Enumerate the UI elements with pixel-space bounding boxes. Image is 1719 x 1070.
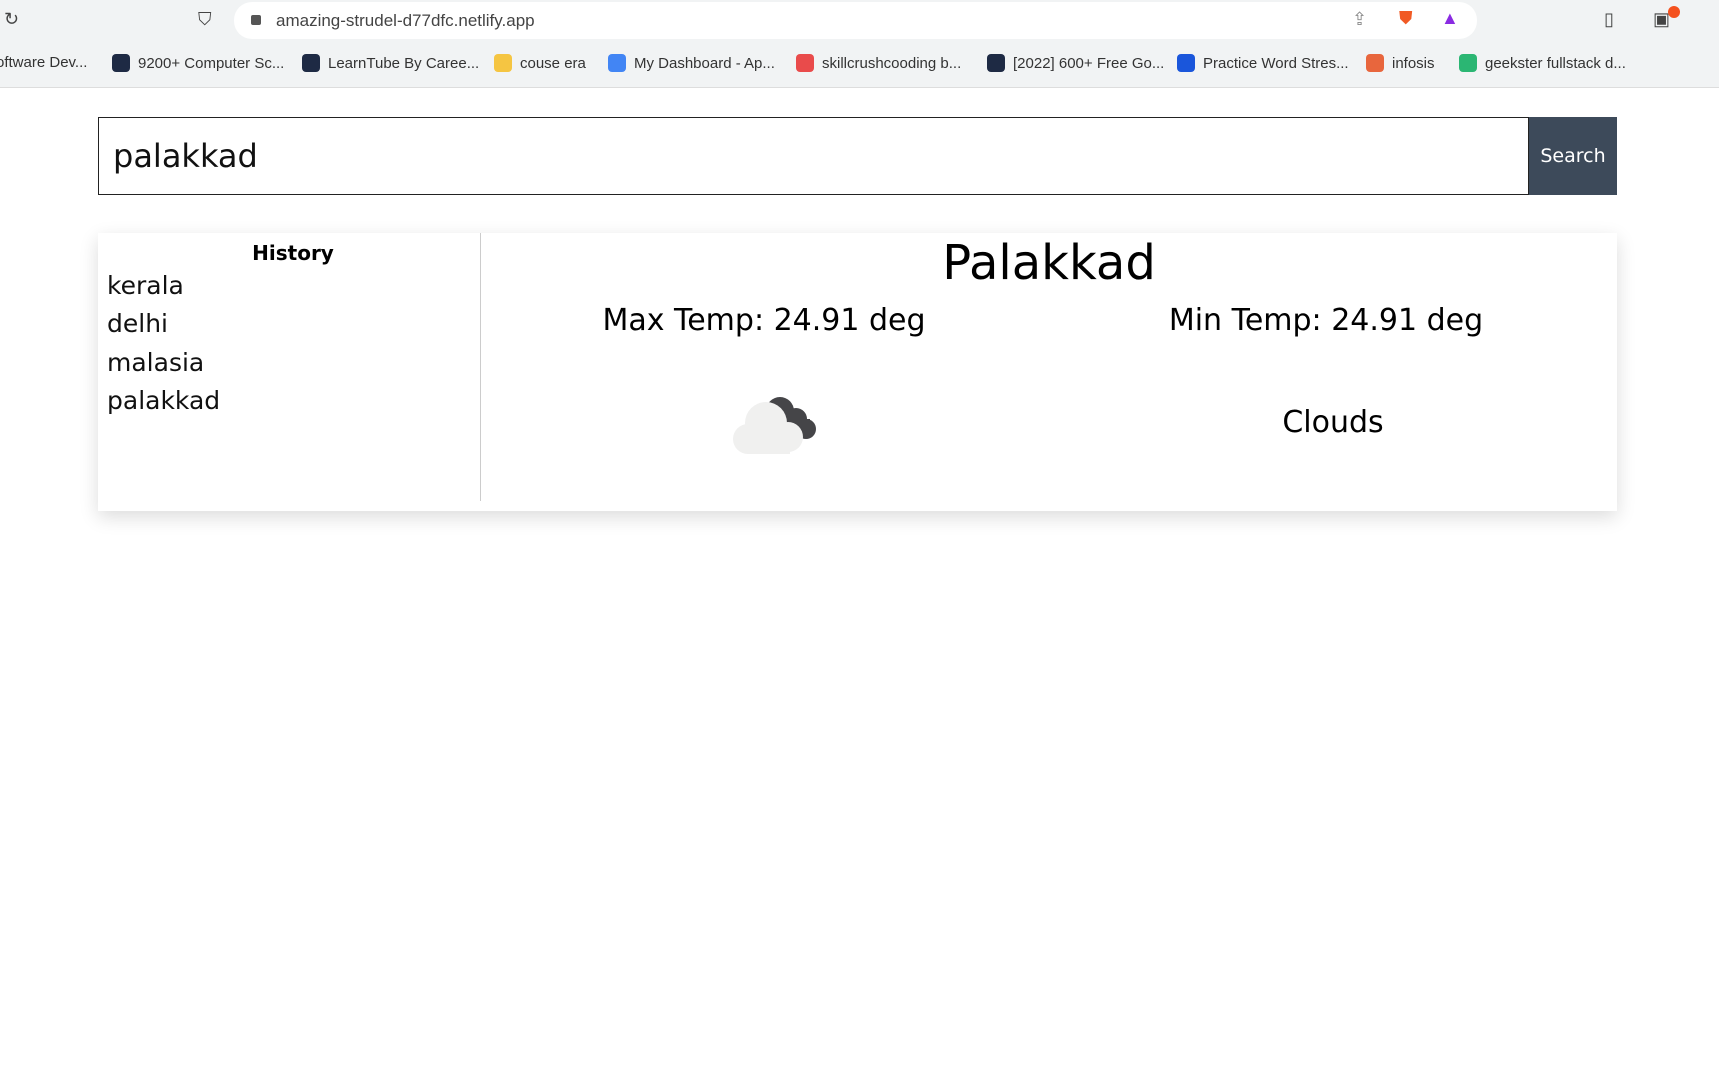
min-temp: Min Temp: 24.91 deg bbox=[1168, 303, 1484, 338]
bookmark-item[interactable]: geekster fullstack d... bbox=[1459, 54, 1626, 72]
bookmark-favicon-icon bbox=[1366, 54, 1384, 72]
bookmark-label: couse era bbox=[520, 54, 586, 72]
bookmark-item[interactable]: infosis bbox=[1366, 54, 1435, 72]
bookmark-favicon-icon bbox=[1177, 54, 1195, 72]
brave-shield-icon[interactable]: ⛊ bbox=[1399, 8, 1413, 29]
bookmark-item[interactable]: LearnTube By Caree... bbox=[302, 54, 479, 72]
bookmark-favicon-icon bbox=[112, 54, 130, 72]
history-item[interactable]: kerala bbox=[107, 271, 184, 300]
bookmark-label: oftware Dev... bbox=[0, 54, 88, 71]
bookmark-label: infosis bbox=[1392, 54, 1435, 72]
bookmark-item[interactable]: [2022] 600+ Free Go... bbox=[987, 54, 1164, 72]
bookmark-label: skillcrushcooding b... bbox=[822, 54, 962, 72]
bookmark-label: Practice Word Stres... bbox=[1203, 54, 1349, 72]
bookmark-favicon-icon bbox=[987, 54, 1005, 72]
url-text: amazing-strudel-d77dfc.netlify.app bbox=[276, 11, 535, 30]
history-item[interactable]: delhi bbox=[107, 309, 168, 338]
bookmark-icon[interactable]: ⛉ bbox=[198, 9, 212, 30]
bookmark-item[interactable]: 9200+ Computer Sc... bbox=[112, 54, 284, 72]
bookmark-favicon-icon bbox=[608, 54, 626, 72]
bookmark-item[interactable]: Practice Word Stres... bbox=[1177, 54, 1349, 72]
bookmark-label: LearnTube By Caree... bbox=[328, 54, 480, 72]
history-item[interactable]: malasia bbox=[107, 348, 204, 377]
broken-clouds-icon bbox=[733, 397, 816, 454]
share-icon[interactable]: ⇪ bbox=[1352, 9, 1367, 30]
bookmark-label: geekster fullstack d... bbox=[1485, 54, 1626, 72]
browser-toolbar: ↻ ⛉ amazing-strudel-d77dfc.netlify.app ⇪… bbox=[0, 0, 1719, 42]
bookmarks-bar: oftware Dev... 9200+ Computer Sc... LearnT… bbox=[0, 42, 1719, 88]
bookmark-item[interactable]: oftware Dev... bbox=[0, 54, 87, 71]
notification-dot bbox=[1668, 6, 1680, 18]
search-button[interactable]: Search bbox=[1529, 117, 1617, 195]
sidebar-icon[interactable]: ▯ bbox=[1604, 9, 1614, 30]
bookmark-item[interactable]: My Dashboard - Ap... bbox=[608, 54, 775, 72]
bookmark-favicon-icon bbox=[796, 54, 814, 72]
bookmark-favicon-icon bbox=[302, 54, 320, 72]
history-item[interactable]: palakkad bbox=[107, 386, 220, 415]
search-input[interactable] bbox=[98, 117, 1529, 195]
bookmark-label: [2022] 600+ Free Go... bbox=[1013, 54, 1165, 72]
lock-icon bbox=[251, 15, 261, 25]
city-name: Palakkad bbox=[942, 235, 1156, 291]
max-temp: Max Temp: 24.91 deg bbox=[602, 303, 926, 338]
bookmark-label: 9200+ Computer Sc... bbox=[138, 54, 285, 72]
bookmark-favicon-icon bbox=[494, 54, 512, 72]
bookmark-item[interactable]: skillcrushcooding b... bbox=[796, 54, 961, 72]
bookmark-label: My Dashboard - Ap... bbox=[634, 54, 775, 72]
address-bar[interactable]: amazing-strudel-d77dfc.netlify.app ⇪ ⛊ ▲ bbox=[234, 2, 1477, 39]
reload-icon[interactable]: ↻ bbox=[4, 9, 19, 30]
bookmark-favicon-icon bbox=[1459, 54, 1477, 72]
bookmark-item[interactable]: couse era bbox=[494, 54, 586, 72]
brave-rewards-icon[interactable]: ▲ bbox=[1441, 8, 1459, 29]
history-title: History bbox=[252, 241, 334, 265]
weather-description: Clouds bbox=[1282, 405, 1384, 440]
history-panel: History kerala delhi malasia palakkad bbox=[98, 233, 481, 501]
weather-card: History kerala delhi malasia palakkad Pa… bbox=[98, 233, 1617, 511]
